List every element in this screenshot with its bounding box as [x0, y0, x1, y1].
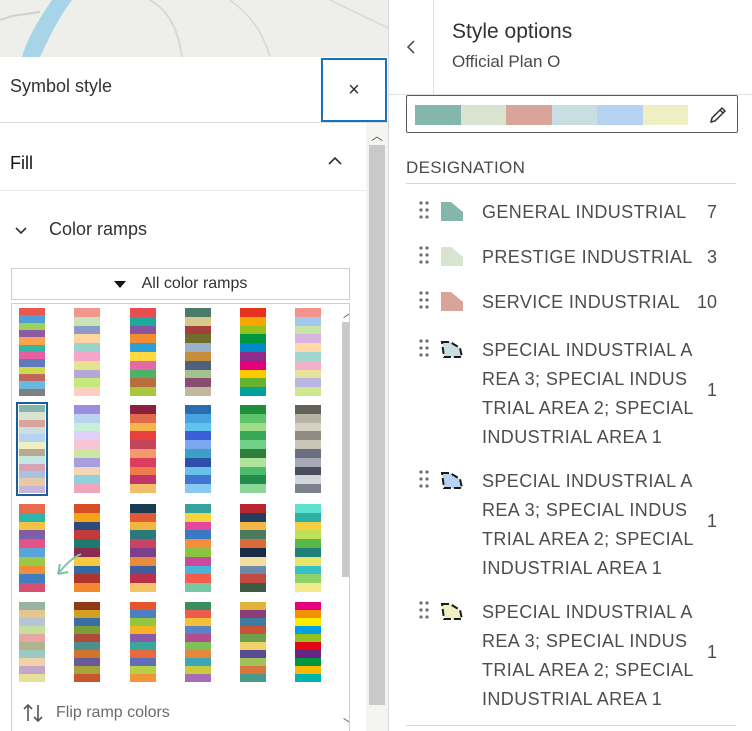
style-options-panel: Style options Official Plan O DESIGNATIO…	[388, 0, 752, 731]
ramp-preview-swatch	[642, 105, 688, 125]
color-ramp-swatch[interactable]	[185, 405, 211, 493]
drag-handle-icon[interactable]	[418, 600, 430, 620]
class-label: SERVICE INDUSTRIAL	[482, 292, 680, 312]
chevron-up-icon	[328, 156, 342, 165]
flip-arrows-icon	[23, 703, 43, 723]
ramp-preview-swatch	[597, 105, 643, 125]
ramp-filter-label: All color ramps	[141, 275, 248, 292]
ramp-grid: ︿ ﹀	[11, 303, 350, 731]
class-swatch[interactable]	[439, 338, 465, 360]
color-ramp-swatch[interactable]	[74, 405, 100, 493]
flip-ramp-colors-button[interactable]: Flip ramp colors	[22, 701, 170, 725]
caret-down-icon	[113, 280, 126, 288]
symbol-style-title: Symbol style	[10, 76, 113, 96]
color-ramp-swatch[interactable]	[74, 308, 100, 396]
style-options-title: Style options	[452, 20, 573, 43]
color-ramp-swatch[interactable]	[130, 308, 156, 396]
symbol-style-scroll-thumb[interactable]	[369, 145, 385, 705]
ramp-filter-dropdown[interactable]: All color ramps	[11, 268, 350, 300]
color-ramp-swatch[interactable]	[130, 504, 156, 592]
class-count: 10	[696, 292, 717, 312]
symbol-style-panel: Symbol style × Fill Color ramps All colo…	[0, 57, 388, 731]
color-ramp-swatch[interactable]	[130, 405, 156, 493]
ramp-preview-swatch	[415, 105, 461, 125]
annotation-arrow-icon	[57, 553, 82, 575]
class-swatch[interactable]	[439, 290, 465, 312]
color-ramp-swatch[interactable]	[295, 308, 321, 396]
fill-section-header[interactable]: Fill	[0, 133, 366, 191]
color-ramp-swatch[interactable]	[185, 308, 211, 396]
scroll-up-icon[interactable]: ︿	[371, 127, 383, 144]
class-count: 1	[706, 642, 717, 662]
symbol-style-body: Fill Color ramps All color ramps ︿	[0, 123, 366, 731]
ramp-preview-swatch	[460, 105, 506, 125]
color-ramp-swatch[interactable]	[16, 402, 48, 496]
symbol-style-header: Symbol style ×	[0, 57, 388, 123]
class-swatch[interactable]	[439, 245, 465, 267]
drag-handle-icon[interactable]	[418, 245, 430, 265]
color-ramp-swatch[interactable]	[19, 504, 45, 592]
color-ramp-swatch[interactable]	[295, 504, 321, 592]
class-count: 7	[706, 202, 717, 222]
color-ramp-swatch[interactable]	[74, 602, 100, 682]
fill-label: Fill	[10, 153, 33, 173]
field-label: DESIGNATION	[406, 158, 526, 177]
layer-name: Official Plan O	[452, 52, 561, 71]
ramp-preview-swatch	[506, 105, 552, 125]
class-label: SPECIAL INDUSTRIAL AREA 3; SPECIAL INDUS…	[482, 602, 694, 709]
back-button[interactable]	[389, 0, 434, 94]
color-ramps-label: Color ramps	[49, 219, 148, 239]
close-button[interactable]: ×	[321, 58, 387, 122]
color-ramp-picker[interactable]	[406, 95, 738, 133]
color-ramp-swatch[interactable]	[185, 504, 211, 592]
class-item[interactable]: PRESTIGE INDUSTRIAL 3	[389, 243, 729, 288]
scroll-down-icon[interactable]: ﹀	[343, 715, 349, 731]
color-ramp-swatch[interactable]	[240, 405, 266, 493]
color-ramp-swatch[interactable]	[240, 602, 266, 682]
class-count: 3	[706, 247, 717, 267]
symbol-style-scrollbar[interactable]: ︿	[366, 123, 388, 731]
color-ramp-swatch[interactable]	[130, 602, 156, 682]
color-ramp-swatch[interactable]	[295, 602, 321, 682]
class-swatch[interactable]	[439, 469, 465, 491]
scroll-up-icon[interactable]: ︿	[343, 304, 349, 321]
class-label: SPECIAL INDUSTRIAL AREA 3; SPECIAL INDUS…	[482, 471, 694, 578]
class-item[interactable]: SERVICE INDUSTRIAL 10	[389, 288, 729, 333]
ramp-grid-scroll-thumb[interactable]	[342, 322, 349, 577]
chevron-left-icon	[406, 40, 415, 54]
color-ramp-swatch[interactable]	[295, 405, 321, 493]
class-label: GENERAL INDUSTRIAL	[482, 202, 687, 222]
color-ramps-toggle[interactable]: Color ramps	[0, 209, 366, 255]
color-ramp-swatch[interactable]	[185, 602, 211, 682]
class-item[interactable]: SPECIAL INDUSTRIAL AREA 3; SPECIAL INDUS…	[389, 336, 729, 466]
chevron-down-icon	[15, 227, 27, 235]
class-count: 1	[706, 380, 717, 400]
pencil-icon[interactable]	[707, 104, 729, 126]
color-ramp-swatch[interactable]	[19, 602, 45, 682]
class-label: PRESTIGE INDUSTRIAL	[482, 247, 693, 267]
color-ramp-swatch[interactable]	[19, 308, 45, 396]
class-count: 1	[706, 511, 717, 531]
drag-handle-icon[interactable]	[418, 200, 430, 220]
drag-handle-icon[interactable]	[418, 338, 430, 358]
color-ramp-swatch[interactable]	[240, 308, 266, 396]
class-swatch[interactable]	[439, 200, 465, 222]
ramp-preview-swatch	[551, 105, 597, 125]
class-item[interactable]: GENERAL INDUSTRIAL 7	[389, 198, 729, 243]
class-item[interactable]: SPECIAL INDUSTRIAL AREA 3; SPECIAL INDUS…	[389, 598, 729, 728]
drag-handle-icon[interactable]	[418, 469, 430, 489]
flip-ramp-colors-label: Flip ramp colors	[56, 704, 170, 721]
drag-handle-icon[interactable]	[418, 290, 430, 310]
class-label: SPECIAL INDUSTRIAL AREA 3; SPECIAL INDUS…	[482, 340, 694, 447]
color-ramp-swatch[interactable]	[240, 504, 266, 592]
ramp-grid-scrollbar[interactable]: ︿ ﹀	[339, 304, 349, 731]
class-swatch[interactable]	[439, 600, 465, 622]
close-icon: ×	[348, 78, 360, 101]
class-item[interactable]: SPECIAL INDUSTRIAL AREA 3; SPECIAL INDUS…	[389, 467, 729, 597]
